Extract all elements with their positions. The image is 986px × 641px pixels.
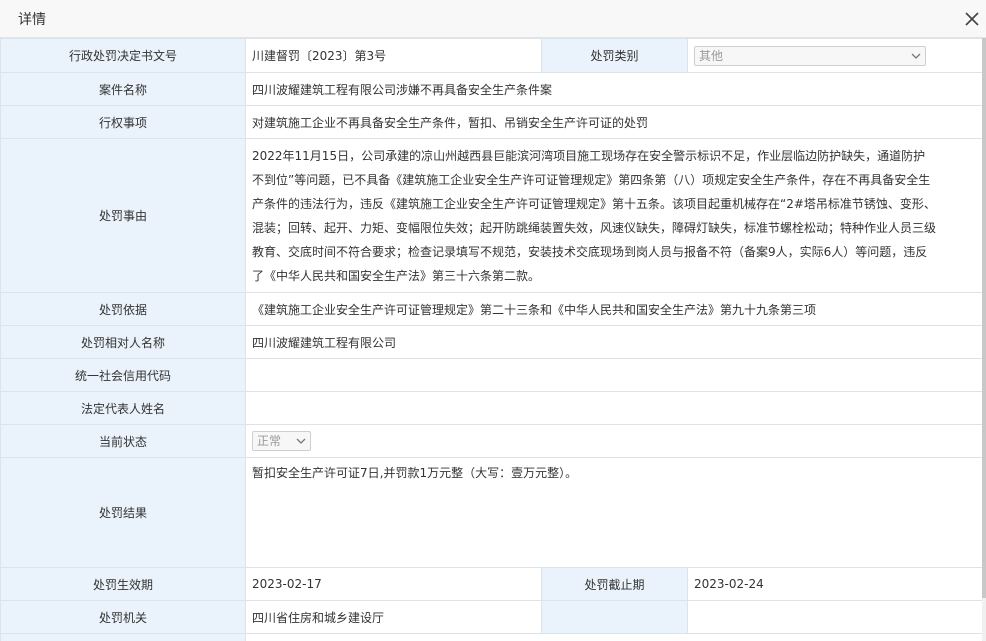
party-name-value: 四川波耀建筑工程有限公司 (245, 325, 983, 359)
status-select-value: 正常 (257, 434, 282, 448)
row-case-name: 案件名称 四川波耀建筑工程有限公司涉嫌不再具备安全生产条件案 (0, 72, 983, 106)
power-item-label: 行权事项 (0, 105, 246, 139)
legal-rep-label: 法定代表人姓名 (0, 391, 246, 425)
vertical-scrollbar[interactable] (982, 38, 986, 641)
row-dates: 处罚生效期 2023-02-17 处罚截止期 2023-02-24 (0, 567, 983, 601)
decision-no-value: 川建督罚〔2023〕第3号 (245, 38, 542, 73)
row-reason: 处罚事由 2022年11月15日，公司承建的凉山州越西县巨能滨河湾项目施工现场存… (0, 138, 983, 293)
penalty-type-label: 处罚类别 (541, 38, 688, 73)
row-result: 处罚结果 暂扣安全生产许可证7日,并罚款1万元整（大写：壹万元整）。 (0, 457, 983, 568)
empty-value-cell (687, 600, 983, 634)
party-name-label: 处罚相对人名称 (0, 325, 246, 359)
row-legal-rep: 法定代表人姓名 (0, 391, 983, 425)
reason-label: 处罚事由 (0, 138, 246, 293)
row-authority: 处罚机关 四川省住房和城乡建设厅 (0, 600, 983, 634)
next-label-cell (0, 633, 246, 641)
penalty-type-cell: 其他 (687, 38, 983, 73)
empty-label-cell (541, 600, 688, 634)
case-name-value: 四川波耀建筑工程有限公司涉嫌不再具备安全生产条件案 (245, 72, 983, 106)
authority-label: 处罚机关 (0, 600, 246, 634)
scrollbar-thumb[interactable] (982, 38, 986, 598)
chevron-down-icon (296, 438, 306, 444)
row-power-item: 行权事项 对建筑施工企业不再具备安全生产条件，暂扣、吊销安全生产许可证的处罚 (0, 105, 983, 139)
effective-date-value: 2023-02-17 (245, 567, 542, 601)
row-basis: 处罚依据 《建筑施工企业安全生产许可证管理规定》第二十三条和《中华人民共和国安全… (0, 292, 983, 326)
dialog-header: 详情 (0, 0, 986, 38)
legal-rep-value (245, 391, 983, 425)
row-next (0, 633, 983, 641)
close-icon[interactable] (962, 9, 982, 29)
result-value: 暂扣安全生产许可证7日,并罚款1万元整（大写：壹万元整）。 (245, 457, 983, 568)
basis-label: 处罚依据 (0, 292, 246, 326)
authority-value: 四川省住房和城乡建设厅 (245, 600, 542, 634)
end-date-value: 2023-02-24 (687, 567, 983, 601)
reason-value: 2022年11月15日，公司承建的凉山州越西县巨能滨河湾项目施工现场存在安全警示… (252, 148, 937, 283)
detail-table: 行政处罚决定书文号 川建督罚〔2023〕第3号 处罚类别 其他 案件名称 四川波… (0, 38, 983, 641)
basis-value: 《建筑施工企业安全生产许可证管理规定》第二十三条和《中华人民共和国安全生产法》第… (245, 292, 983, 326)
result-label: 处罚结果 (0, 457, 246, 568)
next-value-cell (245, 633, 983, 641)
row-party-name: 处罚相对人名称 四川波耀建筑工程有限公司 (0, 325, 983, 359)
dialog-title: 详情 (18, 12, 46, 28)
row-credit-code: 统一社会信用代码 (0, 358, 983, 392)
chevron-down-icon (911, 53, 921, 59)
row-decision-no: 行政处罚决定书文号 川建督罚〔2023〕第3号 处罚类别 其他 (0, 38, 983, 73)
penalty-type-select-value: 其他 (699, 48, 724, 63)
power-item-value: 对建筑施工企业不再具备安全生产条件，暂扣、吊销安全生产许可证的处罚 (245, 105, 983, 139)
credit-code-label: 统一社会信用代码 (0, 358, 246, 392)
status-cell: 正常 (245, 424, 983, 458)
penalty-type-select[interactable]: 其他 (694, 45, 926, 66)
credit-code-value (245, 358, 983, 392)
effective-date-label: 处罚生效期 (0, 567, 246, 601)
status-label: 当前状态 (0, 424, 246, 458)
case-name-label: 案件名称 (0, 72, 246, 106)
status-select[interactable]: 正常 (252, 431, 311, 451)
decision-no-label: 行政处罚决定书文号 (0, 38, 246, 73)
detail-form: 行政处罚决定书文号 川建督罚〔2023〕第3号 处罚类别 其他 案件名称 四川波… (0, 38, 986, 641)
row-status: 当前状态 正常 (0, 424, 983, 458)
end-date-label: 处罚截止期 (541, 567, 688, 601)
reason-cell: 2022年11月15日，公司承建的凉山州越西县巨能滨河湾项目施工现场存在安全警示… (245, 138, 983, 293)
